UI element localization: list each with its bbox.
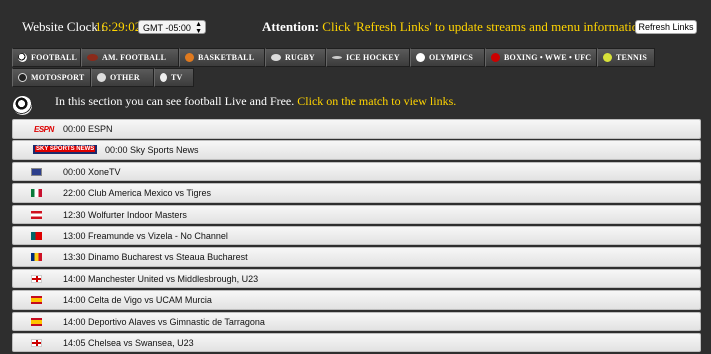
- match-row[interactable]: SKY SPORTS NEWS 00:00 Sky Sports News: [12, 140, 701, 160]
- nav-label: BOXING • WWE • UFC: [504, 53, 592, 62]
- select-arrows-icon: ▲ ▼: [195, 21, 202, 35]
- match-row[interactable]: 00:00 XoneTV: [12, 161, 701, 182]
- match-row[interactable]: 14:00 Manchester United vs Middlesbrough…: [12, 268, 701, 289]
- intro-link-text: Click on the match to view links.: [297, 94, 457, 108]
- clock-label: Website Clock :: [22, 19, 105, 34]
- attention-notice: Attention: Click 'Refresh Links' to upda…: [262, 19, 645, 35]
- nav-label: MOTOSPORT: [31, 73, 85, 82]
- timezone-value: GMT -05:00: [143, 23, 191, 33]
- nav-football[interactable]: FOOTBALL: [12, 48, 81, 67]
- match-title: 00:00 XoneTV: [63, 166, 121, 177]
- rugby-ball-icon: [271, 54, 281, 61]
- nav-label: TV: [171, 73, 183, 82]
- sky-sports-news-logo-icon: SKY SPORTS NEWS: [33, 145, 97, 155]
- nav-ice-hockey[interactable]: ICE HOCKEY: [326, 48, 410, 67]
- nav-label: BASKETBALL: [198, 53, 255, 62]
- olympics-icon: [416, 53, 425, 62]
- match-row[interactable]: 12:30 Wolfurter Indoor Masters: [12, 204, 701, 225]
- romania-flag-icon: [31, 253, 42, 262]
- nav-boxing[interactable]: BOXING • WWE • UFC: [485, 48, 597, 67]
- match-row[interactable]: 22:00 Club America Mexico vs Tigres: [12, 183, 701, 203]
- sport-nav-row-1: FOOTBALL AM. FOOTBALL BASKETBALL RUGBY I…: [12, 48, 655, 67]
- sky-logo-text: SKY SPORTS NEWS: [35, 146, 96, 153]
- nav-tennis[interactable]: TENNIS: [597, 48, 655, 67]
- section-intro: In this section you can see football Liv…: [55, 94, 456, 109]
- match-title: 12:30 Wolfurter Indoor Masters: [63, 209, 187, 220]
- nav-olympics[interactable]: OLYMPICS: [410, 48, 485, 67]
- match-row[interactable]: 13:30 Dinamo Bucharest vs Steaua Buchare…: [12, 247, 701, 267]
- basketball-icon: [185, 53, 194, 62]
- match-title: 14:00 Deportivo Alaves vs Gimnastic de T…: [63, 316, 265, 327]
- american-football-icon: [87, 54, 98, 61]
- tv-icon: [160, 73, 167, 82]
- football-icon: [18, 53, 27, 62]
- nav-label: AM. FOOTBALL: [102, 53, 167, 62]
- match-row[interactable]: 14:05 Chelsea vs Swansea, U23: [12, 332, 701, 353]
- boxing-glove-icon: [491, 53, 500, 62]
- nav-label: TENNIS: [616, 53, 647, 62]
- espn-logo-icon: ESPN: [34, 125, 54, 134]
- match-title: 14:00 Manchester United vs Middlesbrough…: [63, 273, 259, 284]
- attention-text: Click 'Refresh Links' to update streams …: [322, 19, 645, 34]
- xonetv-flag-icon: [31, 167, 42, 176]
- nav-label: RUGBY: [285, 53, 315, 62]
- match-title: 00:00 Sky Sports News: [105, 145, 199, 156]
- match-row[interactable]: 13:00 Freamunde vs Vizela - No Channel: [12, 225, 701, 246]
- nav-basketball[interactable]: BASKETBALL: [179, 48, 265, 67]
- tennis-ball-icon: [603, 53, 612, 62]
- match-row[interactable]: 14:00 Deportivo Alaves vs Gimnastic de T…: [12, 311, 701, 332]
- match-title: 13:30 Dinamo Bucharest vs Steaua Buchare…: [63, 252, 248, 263]
- mexico-flag-icon: [31, 189, 42, 198]
- attention-label: Attention:: [262, 19, 320, 34]
- match-list: ESPN 00:00 ESPN SKY SPORTS NEWS 00:00 Sk…: [12, 119, 701, 354]
- nav-other[interactable]: OTHER: [91, 68, 154, 87]
- match-title: 14:00 Celta de Vigo vs UCAM Murcia: [63, 295, 212, 306]
- nav-motosport[interactable]: MOTOSPORT: [12, 68, 91, 87]
- hockey-stick-icon: [332, 56, 342, 59]
- nav-label: ICE HOCKEY: [346, 53, 400, 62]
- match-title: 00:00 ESPN: [63, 124, 113, 134]
- nav-rugby[interactable]: RUGBY: [265, 48, 326, 67]
- nav-label: OLYMPICS: [429, 53, 473, 62]
- england-flag-icon: [31, 338, 42, 347]
- top-bar: Website Clock : 16:29:02 GMT -05:00 ▲ ▼ A…: [0, 0, 711, 44]
- nav-label: FOOTBALL: [31, 53, 78, 62]
- spain-flag-icon: [31, 317, 42, 326]
- clock-time: 16:29:02: [95, 19, 142, 34]
- spain-flag-icon: [31, 296, 42, 305]
- other-icon: [97, 73, 106, 82]
- match-row[interactable]: 14:00 Celta de Vigo vs UCAM Murcia: [12, 290, 701, 310]
- portugal-flag-icon: [31, 231, 42, 240]
- soccer-ball-icon: [13, 96, 32, 115]
- intro-text: In this section you can see football Liv…: [55, 94, 295, 108]
- england-flag-icon: [31, 274, 42, 283]
- sport-nav: FOOTBALL AM. FOOTBALL BASKETBALL RUGBY I…: [12, 48, 701, 88]
- match-title: 14:05 Chelsea vs Swansea, U23: [63, 337, 194, 348]
- sport-nav-row-2: MOTOSPORT OTHER TV: [12, 68, 194, 87]
- nav-tv[interactable]: TV: [154, 68, 194, 87]
- tire-icon: [18, 73, 27, 82]
- nav-american-football[interactable]: AM. FOOTBALL: [81, 48, 179, 67]
- timezone-select[interactable]: GMT -05:00 ▲ ▼: [138, 20, 206, 35]
- refresh-links-button[interactable]: Refresh Links: [635, 20, 697, 34]
- austria-flag-icon: [31, 210, 42, 219]
- match-title: 13:00 Freamunde vs Vizela - No Channel: [63, 230, 228, 241]
- match-title: 22:00 Club America Mexico vs Tigres: [63, 188, 212, 199]
- nav-label: OTHER: [110, 73, 140, 82]
- match-row[interactable]: ESPN 00:00 ESPN: [12, 119, 701, 139]
